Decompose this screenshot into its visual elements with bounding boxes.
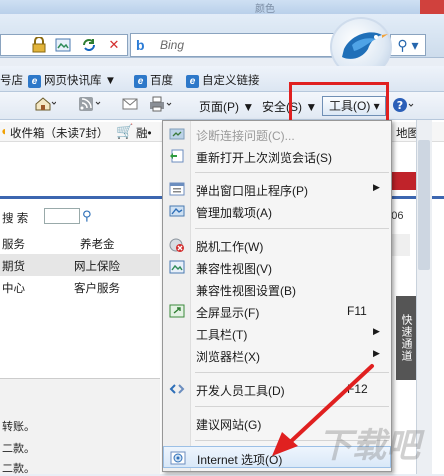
lower-text: 转账。 bbox=[2, 421, 35, 433]
lock-icon[interactable] bbox=[28, 35, 50, 55]
nav-row: 期货 网上保险 bbox=[0, 254, 160, 276]
menu-item-label: 工具栏(T) bbox=[196, 328, 248, 342]
page-menu-button[interactable]: 页面(P) ▼ bbox=[199, 98, 254, 115]
reopen-session-icon bbox=[169, 148, 185, 164]
scrollbar-thumb[interactable] bbox=[418, 140, 430, 270]
favorite-label: 百度 bbox=[150, 75, 173, 87]
svg-text:?: ? bbox=[397, 99, 403, 112]
nav-link[interactable]: 服务 bbox=[2, 236, 25, 252]
submenu-arrow-icon: ▶ bbox=[373, 182, 380, 192]
menu-item-label: 全屏显示(F) bbox=[196, 306, 260, 320]
fullscreen-icon bbox=[169, 303, 185, 319]
help-icon[interactable]: ? bbox=[392, 96, 416, 117]
search-button[interactable]: ⚲ ▾ bbox=[390, 34, 426, 56]
dev-tools-icon bbox=[169, 381, 185, 397]
menu-separator bbox=[195, 228, 389, 229]
nav-link[interactable]: 网上保险 bbox=[74, 258, 120, 274]
offline-icon bbox=[169, 237, 185, 253]
mail-link[interactable]: 收件箱（未读7封） bbox=[10, 125, 108, 141]
menu-item-diagnose[interactable]: 诊断连接问题(C)... bbox=[163, 123, 391, 145]
menu-item-label: 弹出窗口阻止程序(P) bbox=[196, 184, 308, 198]
watermark-logo: 下载吧 bbox=[318, 427, 420, 465]
site-search-label: 搜 索 bbox=[2, 213, 29, 225]
menu-item-label: 诊断连接问题(C)... bbox=[196, 129, 295, 143]
magnifier-icon[interactable]: ⚲ bbox=[82, 208, 92, 224]
diagnose-icon bbox=[169, 126, 185, 142]
favorite-item[interactable]: 号店 bbox=[0, 72, 23, 88]
search-placeholder: Bing bbox=[160, 38, 185, 52]
print-icon[interactable] bbox=[148, 96, 174, 115]
nav-row: 中心 客户服务 bbox=[0, 276, 160, 298]
ie-icon: e bbox=[186, 75, 199, 88]
menu-item-manage-addons[interactable]: 管理加载项(A) bbox=[163, 200, 391, 222]
home-icon[interactable] bbox=[34, 96, 57, 115]
mail-icon[interactable] bbox=[122, 97, 138, 114]
bing-icon: b bbox=[136, 37, 154, 53]
menu-shortcut: F11 bbox=[347, 304, 367, 318]
compat-view-icon[interactable] bbox=[52, 35, 74, 55]
favorite-label: 自定义链接 bbox=[202, 75, 260, 87]
nav-link[interactable]: 客户服务 bbox=[74, 280, 120, 296]
nav-link[interactable]: 养老金 bbox=[80, 236, 115, 252]
menu-item-compat-view-settings[interactable]: 兼容性视图设置(B) bbox=[163, 278, 391, 300]
favorite-label: 网页快讯库 ▼ bbox=[44, 75, 117, 87]
cart-icon: 🛒 bbox=[116, 123, 134, 139]
submenu-arrow-icon: ▶ bbox=[373, 348, 380, 358]
ie-icon: e bbox=[134, 75, 147, 88]
menu-separator bbox=[195, 172, 389, 173]
menu-item-label: 兼容性视图设置(B) bbox=[196, 284, 296, 298]
refresh-icon[interactable] bbox=[78, 35, 100, 55]
submenu-arrow-icon: ▶ bbox=[373, 326, 380, 336]
title-bar bbox=[0, 0, 444, 14]
favorite-label: 号店 bbox=[0, 75, 23, 87]
menu-item-toolbars[interactable]: 工具栏(T) ▶ bbox=[163, 322, 391, 344]
menu-item-label: 管理加载项(A) bbox=[196, 206, 272, 220]
close-window-button[interactable] bbox=[420, 0, 444, 14]
finance-link[interactable]: 融• bbox=[136, 125, 152, 141]
menu-item-fullscreen[interactable]: 全屏显示(F) F11 bbox=[163, 300, 391, 322]
site-search-input[interactable] bbox=[44, 208, 80, 224]
internet-options-icon bbox=[170, 450, 186, 466]
nav-link[interactable]: 中心 bbox=[2, 280, 25, 296]
menu-item-popup-blocker[interactable]: 弹出窗口阻止程序(P) ▶ bbox=[163, 178, 391, 200]
addons-icon bbox=[169, 203, 185, 219]
menu-item-label: 脱机工作(W) bbox=[196, 240, 264, 254]
favorite-item[interactable]: e 自定义链接 bbox=[186, 72, 260, 88]
feeds-icon[interactable] bbox=[78, 96, 104, 115]
window-title: 颜色 bbox=[255, 4, 275, 15]
menu-item-reopen-session[interactable]: 重新打开上次浏览会话(S) bbox=[163, 145, 391, 167]
nav-link[interactable]: 期货 bbox=[2, 258, 25, 274]
favorite-item[interactable]: e 网页快讯库 ▼ bbox=[28, 72, 116, 88]
menu-item-label: 重新打开上次浏览会话(S) bbox=[196, 151, 332, 165]
ie-icon: e bbox=[28, 75, 41, 88]
nav-row: 服务 养老金 bbox=[0, 232, 160, 254]
menu-item-compat-view[interactable]: 兼容性视图(V) bbox=[163, 256, 391, 278]
stop-icon[interactable]: ✕ bbox=[103, 35, 125, 55]
popup-blocker-icon bbox=[169, 181, 185, 197]
bell-icon: ◖ bbox=[0, 124, 8, 138]
menu-item-label: 兼容性视图(V) bbox=[196, 262, 272, 276]
compat-view-icon bbox=[169, 259, 185, 275]
quick-access-tab[interactable]: 快速通道 bbox=[396, 296, 416, 380]
lower-text: 二款。 bbox=[2, 443, 35, 455]
menu-item-work-offline[interactable]: 脱机工作(W) bbox=[163, 234, 391, 256]
favorite-item[interactable]: e 百度 bbox=[134, 72, 173, 88]
